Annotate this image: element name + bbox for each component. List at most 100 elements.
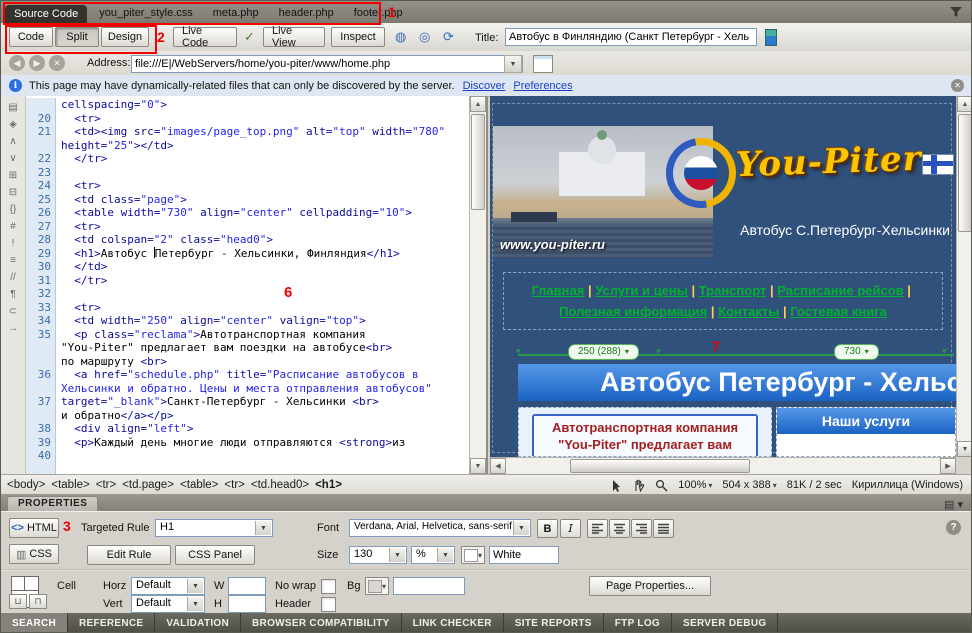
window-size-select[interactable]: 504 x 388 [722,479,776,491]
code-line[interactable]: 35 <p class="reclama">Автотранспортная к… [26,328,469,342]
live-code-button[interactable]: Live Code [173,27,237,47]
nav-link[interactable]: Транспорт [699,283,767,298]
source-code-tab[interactable]: Source Code [5,5,87,24]
code-line[interactable]: 24 <tr> [26,179,469,193]
code-view-button[interactable]: Code [9,27,53,47]
code-line[interactable]: height="25"></td> [26,139,469,153]
scrollbar-thumb[interactable] [958,114,972,232]
open-documents-icon[interactable]: ▤ [4,100,22,117]
font-select[interactable]: Verdana, Arial, Helvetica, sans-serif [349,519,531,537]
align-center-icon[interactable] [609,519,630,538]
scroll-down-icon[interactable]: ▼ [470,458,486,474]
stop-icon[interactable]: ✕ [49,55,65,71]
info-bar-icon[interactable]: ≡ [4,253,22,270]
header-checkbox[interactable] [321,597,336,612]
no-wrap-checkbox[interactable] [321,579,336,594]
text-color-swatch[interactable] [461,546,485,564]
live-view-button[interactable]: Live View [263,27,325,47]
nav-link[interactable]: Расписание рейсов [777,283,903,298]
results-tab-validation[interactable]: VALIDATION [155,613,241,633]
align-justify-icon[interactable] [653,519,674,538]
remove-comment-icon[interactable]: ¶ [4,287,22,304]
edit-rule-button[interactable]: Edit Rule [87,545,171,565]
column-width-marker[interactable]: 250 (288) [568,344,639,360]
scroll-up-icon[interactable]: ▲ [470,96,486,112]
nav-link[interactable]: Полезная информация [559,304,707,319]
expand-all-icon[interactable]: ⊞ [4,168,22,185]
nav-link[interactable]: Контакты [718,304,779,319]
code-line[interactable]: 36 <a href="schedule.php" title="Расписа… [26,368,469,382]
code-line[interactable]: 32 [26,287,469,301]
left-content-cell[interactable]: Автотранспортная компания "You-Piter" пр… [518,407,772,457]
code-line[interactable]: Хельсинки и обратно. Цены и места отправ… [26,382,469,396]
scrollbar-thumb[interactable] [471,114,485,210]
close-info-bar-icon[interactable]: ✕ [951,79,964,92]
validate-globe-icon[interactable]: ◎ [419,29,430,44]
tag-selector-item[interactable]: <td.head0> [251,479,309,491]
browser-list-icon[interactable] [533,55,553,73]
bg-color-input[interactable] [393,577,465,595]
collapse-full-tag-icon[interactable]: ∧ [4,134,22,151]
results-tab-reference[interactable]: REFERENCE [68,613,155,633]
tag-selector-item[interactable]: <h1> [315,479,342,491]
tag-selector-item[interactable]: <tr> [224,479,244,491]
code-line[interactable]: 38 <div align="left"> [26,422,469,436]
cell-width-input[interactable] [228,577,266,595]
italic-button[interactable]: I [560,519,581,538]
code-line[interactable]: 33 <tr> [26,301,469,315]
split-cell-icon[interactable]: ⊓ [29,594,47,609]
help-icon[interactable]: ? [946,520,961,535]
hand-tool-icon[interactable] [632,479,645,492]
results-tab-ftp-log[interactable]: FTP LOG [604,613,672,633]
address-dropdown-arrow-icon[interactable]: ▼ [504,55,522,73]
code-editor[interactable]: cellspacing="0">20 <tr>21 <td><img src="… [26,98,469,474]
preview-in-browser-globe-icon[interactable]: ◍ [395,29,406,44]
design-view-button[interactable]: Design [101,27,149,47]
properties-tab[interactable]: PROPERTIES [7,496,98,511]
nav-link[interactable]: Главная [531,283,584,298]
back-icon[interactable]: ◀ [9,55,25,71]
code-line[interactable]: "You-Piter" предлагает вам поездки на ав… [26,341,469,355]
code-line[interactable]: по маршруту <br> [26,355,469,369]
nav-link[interactable]: Услуги и цены [595,283,688,298]
collapse-selection-icon[interactable]: ∨ [4,151,22,168]
results-tab-link-checker[interactable]: LINK CHECKER [402,613,504,633]
cell-height-input[interactable] [228,595,266,613]
tag-selector-item[interactable]: <body> [7,479,45,491]
code-line[interactable]: и обратно</a></p> [26,409,469,423]
file-management-icon[interactable] [765,29,777,46]
balance-braces-icon[interactable]: {} [4,202,22,219]
related-file-tab[interactable]: header.php [269,7,344,19]
scroll-right-icon[interactable]: ▶ [940,458,956,474]
design-horizontal-scrollbar[interactable]: ◀ ▶ [490,457,956,474]
code-line[interactable]: 23 [26,166,469,180]
split-view-button[interactable]: Split [55,27,99,47]
code-line[interactable]: 25 <td class="page"> [26,193,469,207]
results-tab-server-debug[interactable]: SERVER DEBUG [672,613,778,633]
scroll-down-icon[interactable]: ▼ [957,441,972,457]
select-tool-icon[interactable] [611,479,622,492]
merge-cells-icon[interactable]: ⊔ [9,594,27,609]
size-select[interactable]: 130 [349,546,407,564]
nav-link[interactable]: Гостевая книга [790,304,887,319]
horz-align-select[interactable]: Default [131,577,205,595]
targeted-rule-select[interactable]: H1 [155,519,273,537]
html-mode-button[interactable]: <> HTML [9,518,59,538]
design-vertical-scrollbar[interactable]: ▲ ▼ [956,96,972,457]
code-line[interactable]: 29 <h1>Автобус Петербург - Хельсинки, Фи… [26,247,469,261]
code-line[interactable]: 20 <tr> [26,112,469,126]
tag-selector-item[interactable]: <table> [180,479,218,491]
size-unit-select[interactable]: % [411,546,455,564]
text-color-input[interactable] [489,546,559,564]
vert-align-select[interactable]: Default [131,595,205,613]
line-numbers-icon[interactable]: # [4,219,22,236]
show-code-navigator-icon[interactable]: ◈ [4,117,22,134]
select-parent-tag-icon[interactable]: ⊟ [4,185,22,202]
code-line[interactable]: 39 <p>Каждый день многие люди отправляют… [26,436,469,450]
bold-button[interactable]: B [537,519,558,538]
wrap-tag-icon[interactable]: ⊂ [4,304,22,321]
preferences-link[interactable]: Preferences [513,80,572,92]
right-content-cell[interactable]: Наши услуги [776,407,956,457]
forward-icon[interactable]: ▶ [29,55,45,71]
page-properties-button[interactable]: Page Properties... [589,576,711,596]
